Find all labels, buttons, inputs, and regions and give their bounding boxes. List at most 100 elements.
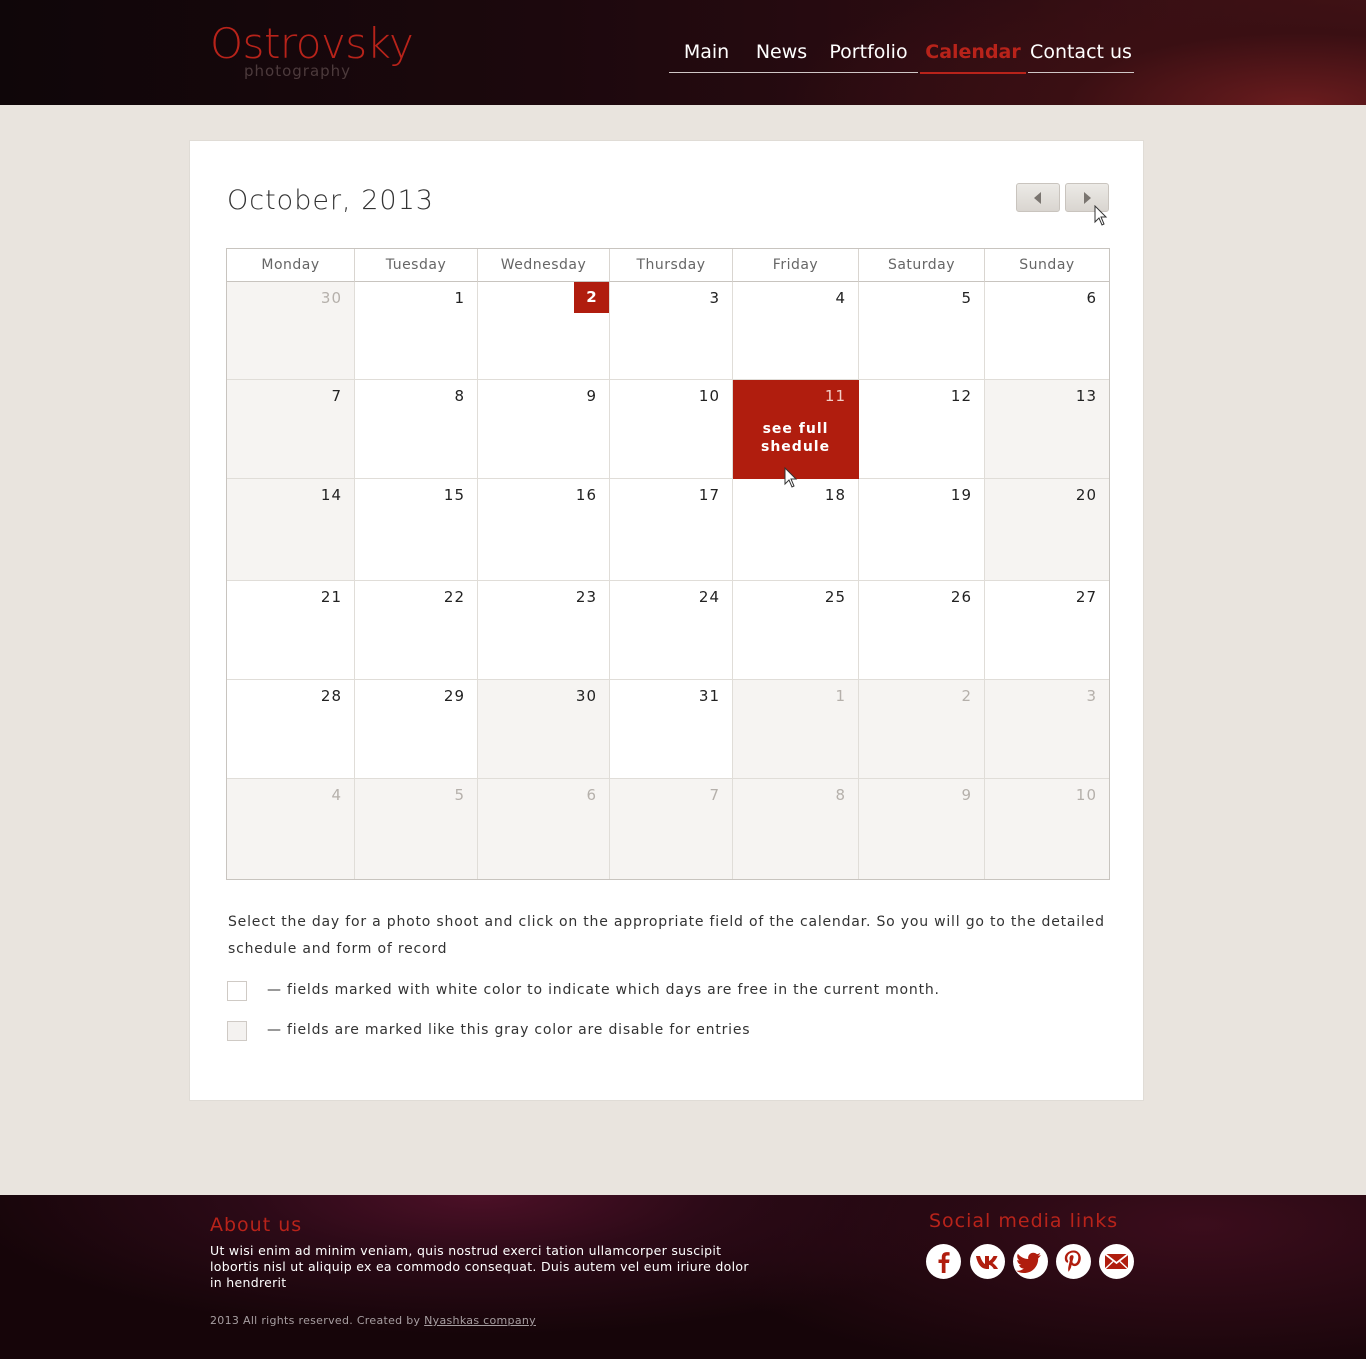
day-cell[interactable]: 8	[355, 380, 478, 479]
day-number: 3	[1086, 687, 1097, 705]
day-number: 30	[575, 687, 597, 705]
day-cell[interactable]: 11 see full shedule	[733, 380, 859, 479]
day-number: 19	[950, 486, 972, 504]
day-number: 21	[320, 588, 342, 606]
day-cell[interactable]: 14	[227, 479, 355, 581]
day-number: 5	[454, 786, 465, 804]
day-cell[interactable]: 18	[733, 479, 859, 581]
day-cell[interactable]: 13	[985, 380, 1109, 479]
day-cell[interactable]: 9	[478, 380, 610, 479]
day-number: 13	[1075, 387, 1097, 405]
twitter-icon	[1016, 1252, 1041, 1273]
logo-tagline: photography	[244, 62, 352, 80]
creator-link[interactable]: Nyashkas company	[424, 1314, 536, 1327]
day-cell[interactable]: 25	[733, 581, 859, 680]
day-number: 25	[824, 588, 846, 606]
day-number: 26	[950, 588, 972, 606]
day-cell[interactable]: 30	[478, 680, 610, 779]
weekday-header-friday: Friday	[733, 249, 859, 282]
day-cell[interactable]: 12	[859, 380, 985, 479]
day-cell[interactable]: 16	[478, 479, 610, 581]
calendar-instructions: Select the day for a photo shoot and cli…	[228, 914, 1105, 957]
day-cell: 1	[733, 680, 859, 779]
day-number: 6	[586, 786, 597, 804]
vk-link[interactable]	[970, 1244, 1005, 1279]
nav-news[interactable]: News	[744, 38, 819, 73]
day-number: 10	[1075, 786, 1097, 804]
day-cell[interactable]: 6	[985, 282, 1109, 380]
day-cell[interactable]: 3	[610, 282, 733, 380]
about-title: About us	[210, 1214, 303, 1236]
nav-portfolio[interactable]: Portfolio	[819, 38, 918, 73]
nav-main[interactable]: Main	[669, 38, 744, 73]
pinterest-link[interactable]	[1056, 1244, 1091, 1279]
legend-disabled-text: — fields are marked like this gray color…	[267, 1022, 751, 1038]
day-cell[interactable]: 27	[985, 581, 1109, 680]
day-number: 20	[1075, 486, 1097, 504]
day-number: 10	[698, 387, 720, 405]
day-number: 1	[835, 687, 846, 705]
arrow-left-icon	[1034, 192, 1041, 204]
day-number: 27	[1075, 588, 1097, 606]
day-cell[interactable]: 21	[227, 581, 355, 680]
day-cell[interactable]: 7	[227, 380, 355, 479]
arrow-right-icon	[1084, 192, 1091, 204]
day-number: 22	[443, 588, 465, 606]
legend-swatch-white	[227, 981, 247, 1001]
copyright-text: 2013 All rights reserved. Created by	[210, 1314, 425, 1327]
day-number: 14	[320, 486, 342, 504]
day-cell[interactable]: 26	[859, 581, 985, 680]
day-number: 18	[824, 486, 846, 504]
nav-contact[interactable]: Contact us	[1028, 38, 1134, 73]
day-cell: 9	[859, 779, 985, 879]
day-cell[interactable]: 20	[985, 479, 1109, 581]
day-number: 4	[835, 289, 846, 307]
weekday-header-sunday: Sunday	[985, 249, 1109, 282]
day-number: 11	[824, 387, 846, 405]
day-number: 2	[961, 687, 972, 705]
see-full-schedule-link[interactable]: see full shedule	[733, 420, 858, 456]
day-number: 9	[961, 786, 972, 804]
day-cell[interactable]: 2	[478, 282, 610, 380]
weekday-header-tuesday: Tuesday	[355, 249, 478, 282]
legend-free-text: — fields marked with white color to indi…	[267, 982, 940, 998]
day-cell: 3	[985, 680, 1109, 779]
day-number: 17	[698, 486, 720, 504]
day-number: 28	[320, 687, 342, 705]
day-number: 8	[454, 387, 465, 405]
mouse-cursor-icon	[1094, 205, 1108, 226]
facebook-link[interactable]	[926, 1244, 961, 1279]
day-cell[interactable]: 28	[227, 680, 355, 779]
day-cell[interactable]: 23	[478, 581, 610, 680]
day-cell[interactable]: 15	[355, 479, 478, 581]
day-number: 4	[331, 786, 342, 804]
nav-calendar[interactable]: Calendar	[920, 38, 1026, 74]
day-cell[interactable]: 17	[610, 479, 733, 581]
day-cell[interactable]: 5	[859, 282, 985, 380]
day-number: 3	[709, 289, 720, 307]
day-number: 5	[961, 289, 972, 307]
day-cell[interactable]: 1	[355, 282, 478, 380]
day-number: 12	[950, 387, 972, 405]
day-cell[interactable]: 24	[610, 581, 733, 680]
day-cell[interactable]: 22	[355, 581, 478, 680]
calendar-grid: Monday Tuesday Wednesday Thursday Friday Satu…	[226, 248, 1110, 880]
day-cell[interactable]: 19	[859, 479, 985, 581]
day-number: 6	[1086, 289, 1097, 307]
day-cell[interactable]: 10	[610, 380, 733, 479]
day-cell[interactable]: 31	[610, 680, 733, 779]
prev-month-button[interactable]	[1016, 183, 1060, 212]
day-cell: 8	[733, 779, 859, 879]
weekday-header-wednesday: Wednesday	[478, 249, 610, 282]
day-cell[interactable]: 29	[355, 680, 478, 779]
day-number: 7	[331, 387, 342, 405]
day-cell[interactable]: 4	[733, 282, 859, 380]
legend-swatch-grey	[227, 1021, 247, 1041]
day-number: 1	[454, 289, 465, 307]
copyright: 2013 All rights reserved. Created by Nya…	[210, 1314, 536, 1327]
twitter-link[interactable]	[1013, 1244, 1048, 1279]
site-logo[interactable]: Ostrovsky photography	[210, 20, 414, 81]
mail-link[interactable]	[1099, 1244, 1134, 1279]
pinterest-icon	[1064, 1250, 1081, 1272]
day-cell: 4	[227, 779, 355, 879]
